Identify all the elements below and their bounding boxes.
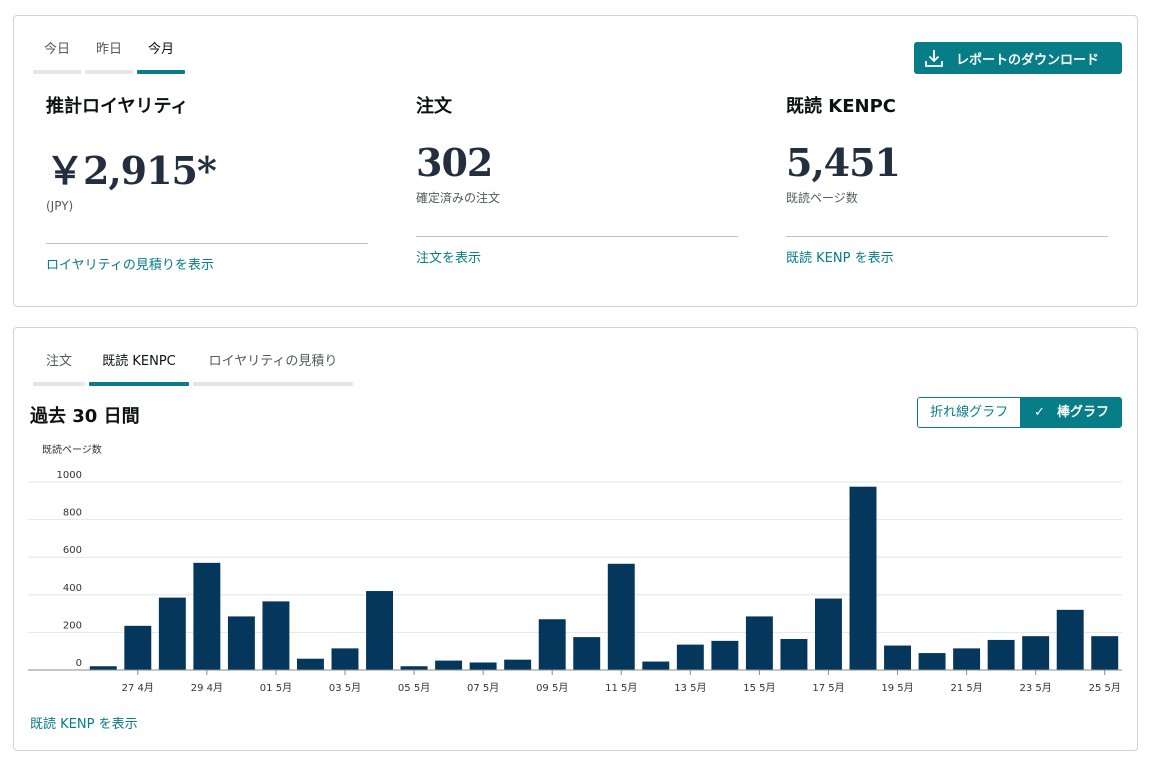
bar [814,598,842,670]
x-tick-label: 01 5月 [260,682,292,694]
x-tick-label: 29 4月 [191,682,223,694]
line-chart-option[interactable]: 折れ線グラフ [918,398,1021,427]
bar [607,563,635,670]
bar [711,640,739,670]
tab-today[interactable]: 今日 [31,42,83,74]
metric-orders-title: 注文 [416,96,452,117]
bar [953,648,981,670]
tab-yesterday[interactable]: 昨日 [83,42,135,74]
check-icon: ✓ [1034,405,1045,420]
bar [918,653,946,670]
period-tabs: 今日 昨日 今月 [31,42,187,74]
chart-tabs: 注文 既読 KENPC ロイヤリティの見積り [31,354,355,386]
divider [46,243,368,244]
x-tick-label: 19 5月 [881,682,913,694]
bar [262,601,290,670]
view-orders-link[interactable]: 注文を表示 [416,247,738,266]
divider [416,236,738,237]
tab-this-month[interactable]: 今月 [135,42,187,74]
view-kenp-link[interactable]: 既読 KENP を表示 [786,247,1108,266]
view-royalty-link[interactable]: ロイヤリティの見積りを表示 [46,254,368,273]
x-tick-label: 25 5月 [1089,682,1121,694]
bar [504,659,532,670]
bar [435,660,463,670]
download-report-button[interactable]: レポートのダウンロード [914,42,1122,74]
tab-kenpc[interactable]: 既読 KENPC [87,354,191,386]
x-tick-label: 21 5月 [950,682,982,694]
bar [89,666,117,670]
y-tick-label: 1000 [57,470,82,481]
chart-card: 注文 既読 KENPC ロイヤリティの見積り 過去 30 日間 折れ線グラフ ✓… [13,327,1138,751]
bar [1056,609,1084,670]
chart-type-toggle: 折れ線グラフ ✓ 棒グラフ [917,397,1122,428]
bar [538,619,566,670]
x-tick-label: 09 5月 [536,682,568,694]
metric-royalty-title: 推計ロイヤリティ [46,96,189,117]
y-tick-label: 600 [63,545,82,556]
y-axis-label: 既読ページ数 [42,443,102,456]
bar [745,616,773,670]
y-tick-label: 0 [76,658,82,669]
view-kenp-chart-link[interactable]: 既読 KENP を表示 [30,713,138,732]
bar [124,625,152,670]
bar [193,562,221,670]
bar [573,637,601,670]
chart-title: 過去 30 日間 [30,406,140,427]
tab-royalty-estimate[interactable]: ロイヤリティの見積り [191,354,355,386]
bar [642,661,670,670]
bar [676,644,704,670]
bar [296,658,324,670]
metric-royalty: 推計ロイヤリティ ￥2,915* (JPY) ロイヤリティの見積りを表示 [46,92,368,273]
bar [331,648,359,670]
bar [884,645,912,670]
tab-orders[interactable]: 注文 [31,354,87,386]
summary-card: 今日 昨日 今月 レポートのダウンロード 推計ロイヤリティ ￥2,915* (J… [13,15,1138,307]
metric-orders: 注文 302 確定済みの注文 注文を表示 [416,92,738,266]
bar [158,597,186,670]
y-tick-label: 800 [63,508,82,519]
x-tick-label: 05 5月 [398,682,430,694]
x-tick-label: 13 5月 [674,682,706,694]
metric-kenpc-sub: 既読ページ数 [786,191,858,205]
metric-kenpc: 既読 KENPC 5,451 既読ページ数 既読 KENP を表示 [786,92,1108,266]
x-tick-label: 17 5月 [812,682,844,694]
metric-kenpc-title: 既読 KENPC [786,96,896,117]
bar [400,666,428,670]
bar-chart: 既読ページ数 0 200 400 600 800 1000 27 4月 29 4月 01 5月 03… [28,443,1122,694]
y-tick-label: 400 [63,583,82,594]
bar [987,639,1015,670]
x-tick-label: 23 5月 [1020,682,1052,694]
metric-kenpc-value: 5,451 [786,140,901,185]
bar [1091,636,1119,670]
bar [780,638,808,670]
metric-orders-sub: 確定済みの注文 [416,191,501,205]
x-tick-label: 03 5月 [329,682,361,694]
bar [1022,636,1050,670]
metric-royalty-sub: (JPY) [46,199,74,213]
y-tick-label: 200 [63,620,82,631]
bar [849,486,877,670]
metric-royalty-value: ￥2,915* [46,148,217,193]
bar [469,662,497,670]
metric-orders-value: 302 [416,140,493,185]
bar [227,616,255,670]
bar-chart-option[interactable]: ✓ 棒グラフ [1020,398,1121,427]
bar-chart-label: 棒グラフ [1056,405,1109,420]
bar [366,591,394,670]
divider [786,236,1108,237]
download-report-label: レポートのダウンロード [956,52,1100,68]
x-tick-label: 11 5月 [605,682,637,694]
x-tick-label: 15 5月 [743,682,775,694]
x-tick-label: 07 5月 [467,682,499,694]
download-icon [925,50,943,67]
x-tick-label: 27 4月 [122,682,154,694]
